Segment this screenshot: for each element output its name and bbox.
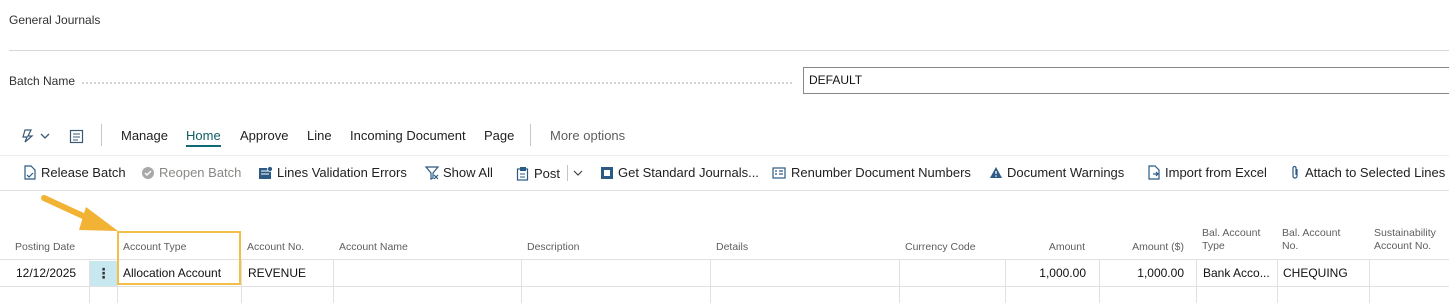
reopen-icon <box>142 166 154 179</box>
clear-filter-icon <box>425 165 439 180</box>
attach-to-selected-lines-label: Attach to Selected Lines <box>1305 165 1446 180</box>
show-all-button[interactable]: Show All <box>425 165 493 180</box>
validation-errors-icon <box>259 165 273 179</box>
column-divider <box>1277 260 1278 303</box>
import-icon <box>1148 165 1160 180</box>
column-header-account-no[interactable]: Account No. <box>247 241 304 254</box>
cell-bal-account-no[interactable]: CHEQUING <box>1283 260 1367 287</box>
column-header-bal-account-no[interactable]: Bal. Account No. <box>1282 227 1340 253</box>
column-divider <box>521 260 522 303</box>
column-header-account-name[interactable]: Account Name <box>339 241 408 254</box>
column-header-bal-account-type[interactable]: Bal. Account Type <box>1202 227 1260 253</box>
row-actions-button[interactable]: ⋮ <box>90 261 117 286</box>
attach-to-selected-lines-button[interactable]: Attach to Selected Lines <box>1289 165 1445 180</box>
document-warnings-button[interactable]: Document Warnings <box>989 165 1124 180</box>
release-batch-label: Release Batch <box>41 165 126 180</box>
import-from-excel-button[interactable]: Import from Excel <box>1147 165 1267 180</box>
column-header-amount-lcy[interactable]: Amount ($) <box>1132 241 1184 254</box>
column-divider <box>241 260 242 303</box>
cell-description[interactable] <box>527 260 709 287</box>
get-standard-journals-label: Get Standard Journals... <box>618 165 759 180</box>
column-divider <box>1196 260 1197 303</box>
page-title: General Journals <box>9 13 101 27</box>
column-divider <box>1099 260 1100 303</box>
renumber-icon <box>772 166 786 179</box>
menu-item-page[interactable]: Page <box>484 128 514 143</box>
menu-home-underline <box>186 145 221 147</box>
column-header-currency-code[interactable]: Currency Code <box>905 241 976 254</box>
column-header-sustainability-account-no[interactable]: Sustainability Account No. <box>1374 227 1436 253</box>
batch-name-label: Batch Name <box>9 74 76 88</box>
post-separator <box>567 165 569 181</box>
release-batch-button[interactable]: Release Batch <box>23 165 126 180</box>
import-from-excel-label: Import from Excel <box>1165 165 1267 180</box>
batch-name-dots <box>82 82 792 84</box>
column-divider <box>1369 260 1370 303</box>
cell-details[interactable] <box>716 260 898 287</box>
menu-item-home[interactable]: Home <box>186 128 221 143</box>
get-standard-journals-button[interactable]: Get Standard Journals... <box>600 165 759 180</box>
paperclip-icon <box>1292 165 1298 179</box>
column-header-bal-account-no-line2: No. <box>1282 240 1299 252</box>
column-header-bal-account-type-line1: Bal. Account <box>1202 227 1261 239</box>
chevron-down-icon[interactable] <box>39 126 51 146</box>
column-header-sustainability-line1: Sustainability <box>1374 227 1436 239</box>
column-divider <box>899 260 900 303</box>
column-divider <box>333 260 334 303</box>
cell-currency-code[interactable] <box>905 260 999 287</box>
column-header-bal-account-no-line1: Bal. Account <box>1282 227 1341 239</box>
cell-account-no[interactable]: REVENUE <box>248 260 332 287</box>
column-divider <box>89 260 90 303</box>
show-all-label: Show All <box>443 165 493 180</box>
more-options-button[interactable]: More options <box>550 128 625 143</box>
renumber-document-numbers-label: Renumber Document Numbers <box>791 165 971 180</box>
cell-amount[interactable]: 1,000.00 <box>1039 260 1086 287</box>
document-warnings-label: Document Warnings <box>1007 165 1125 180</box>
column-header-posting-date[interactable]: Posting Date <box>15 241 75 254</box>
post-label: Post <box>534 165 561 181</box>
column-divider <box>1005 260 1006 303</box>
reopen-batch-button[interactable]: Reopen Batch <box>141 165 241 180</box>
chevron-down-icon <box>573 170 583 176</box>
warning-icon <box>990 167 1002 178</box>
copilot-icon[interactable] <box>20 126 36 146</box>
lines-validation-errors-button[interactable]: Lines Validation Errors <box>258 165 407 180</box>
edit-list-icon[interactable] <box>69 126 84 146</box>
column-header-description[interactable]: Description <box>527 241 580 254</box>
cell-bal-account-type[interactable]: Bank Acco... <box>1203 260 1275 287</box>
column-header-sustainability-line2: Account No. <box>1374 240 1432 252</box>
batch-name-input[interactable]: DEFAULT <box>803 67 1449 94</box>
cell-account-name[interactable] <box>339 260 521 287</box>
cell-sustainability-account-no[interactable] <box>1375 260 1447 287</box>
standard-journal-icon <box>601 166 613 179</box>
menu-divider <box>530 124 531 146</box>
menu-item-manage[interactable]: Manage <box>121 128 168 143</box>
menu-bar: Manage Home Approve Line Incoming Docume… <box>0 122 1449 150</box>
reopen-batch-label: Reopen Batch <box>159 165 242 180</box>
menu-item-line[interactable]: Line <box>307 128 332 143</box>
post-button[interactable]: Post <box>516 165 584 181</box>
post-icon <box>516 166 529 181</box>
menu-item-incoming-document[interactable]: Incoming Document <box>350 128 466 143</box>
lines-validation-errors-label: Lines Validation Errors <box>277 165 407 180</box>
cell-amount-lcy[interactable]: 1,000.00 <box>1137 260 1184 287</box>
action-bar: Release Batch Reopen Batch Lines Validat… <box>0 155 1449 191</box>
column-header-details[interactable]: Details <box>716 241 748 254</box>
title-separator <box>9 50 1449 51</box>
cell-posting-date[interactable]: 12/12/2025 <box>16 260 88 287</box>
menu-item-approve[interactable]: Approve <box>240 128 288 143</box>
release-icon <box>24 165 36 180</box>
account-type-highlight <box>117 231 241 285</box>
column-divider <box>710 260 711 303</box>
menu-divider <box>101 124 102 146</box>
column-header-amount[interactable]: Amount <box>1049 241 1085 254</box>
column-header-bal-account-type-line2: Type <box>1202 240 1225 252</box>
renumber-document-numbers-button[interactable]: Renumber Document Numbers <box>772 165 971 180</box>
